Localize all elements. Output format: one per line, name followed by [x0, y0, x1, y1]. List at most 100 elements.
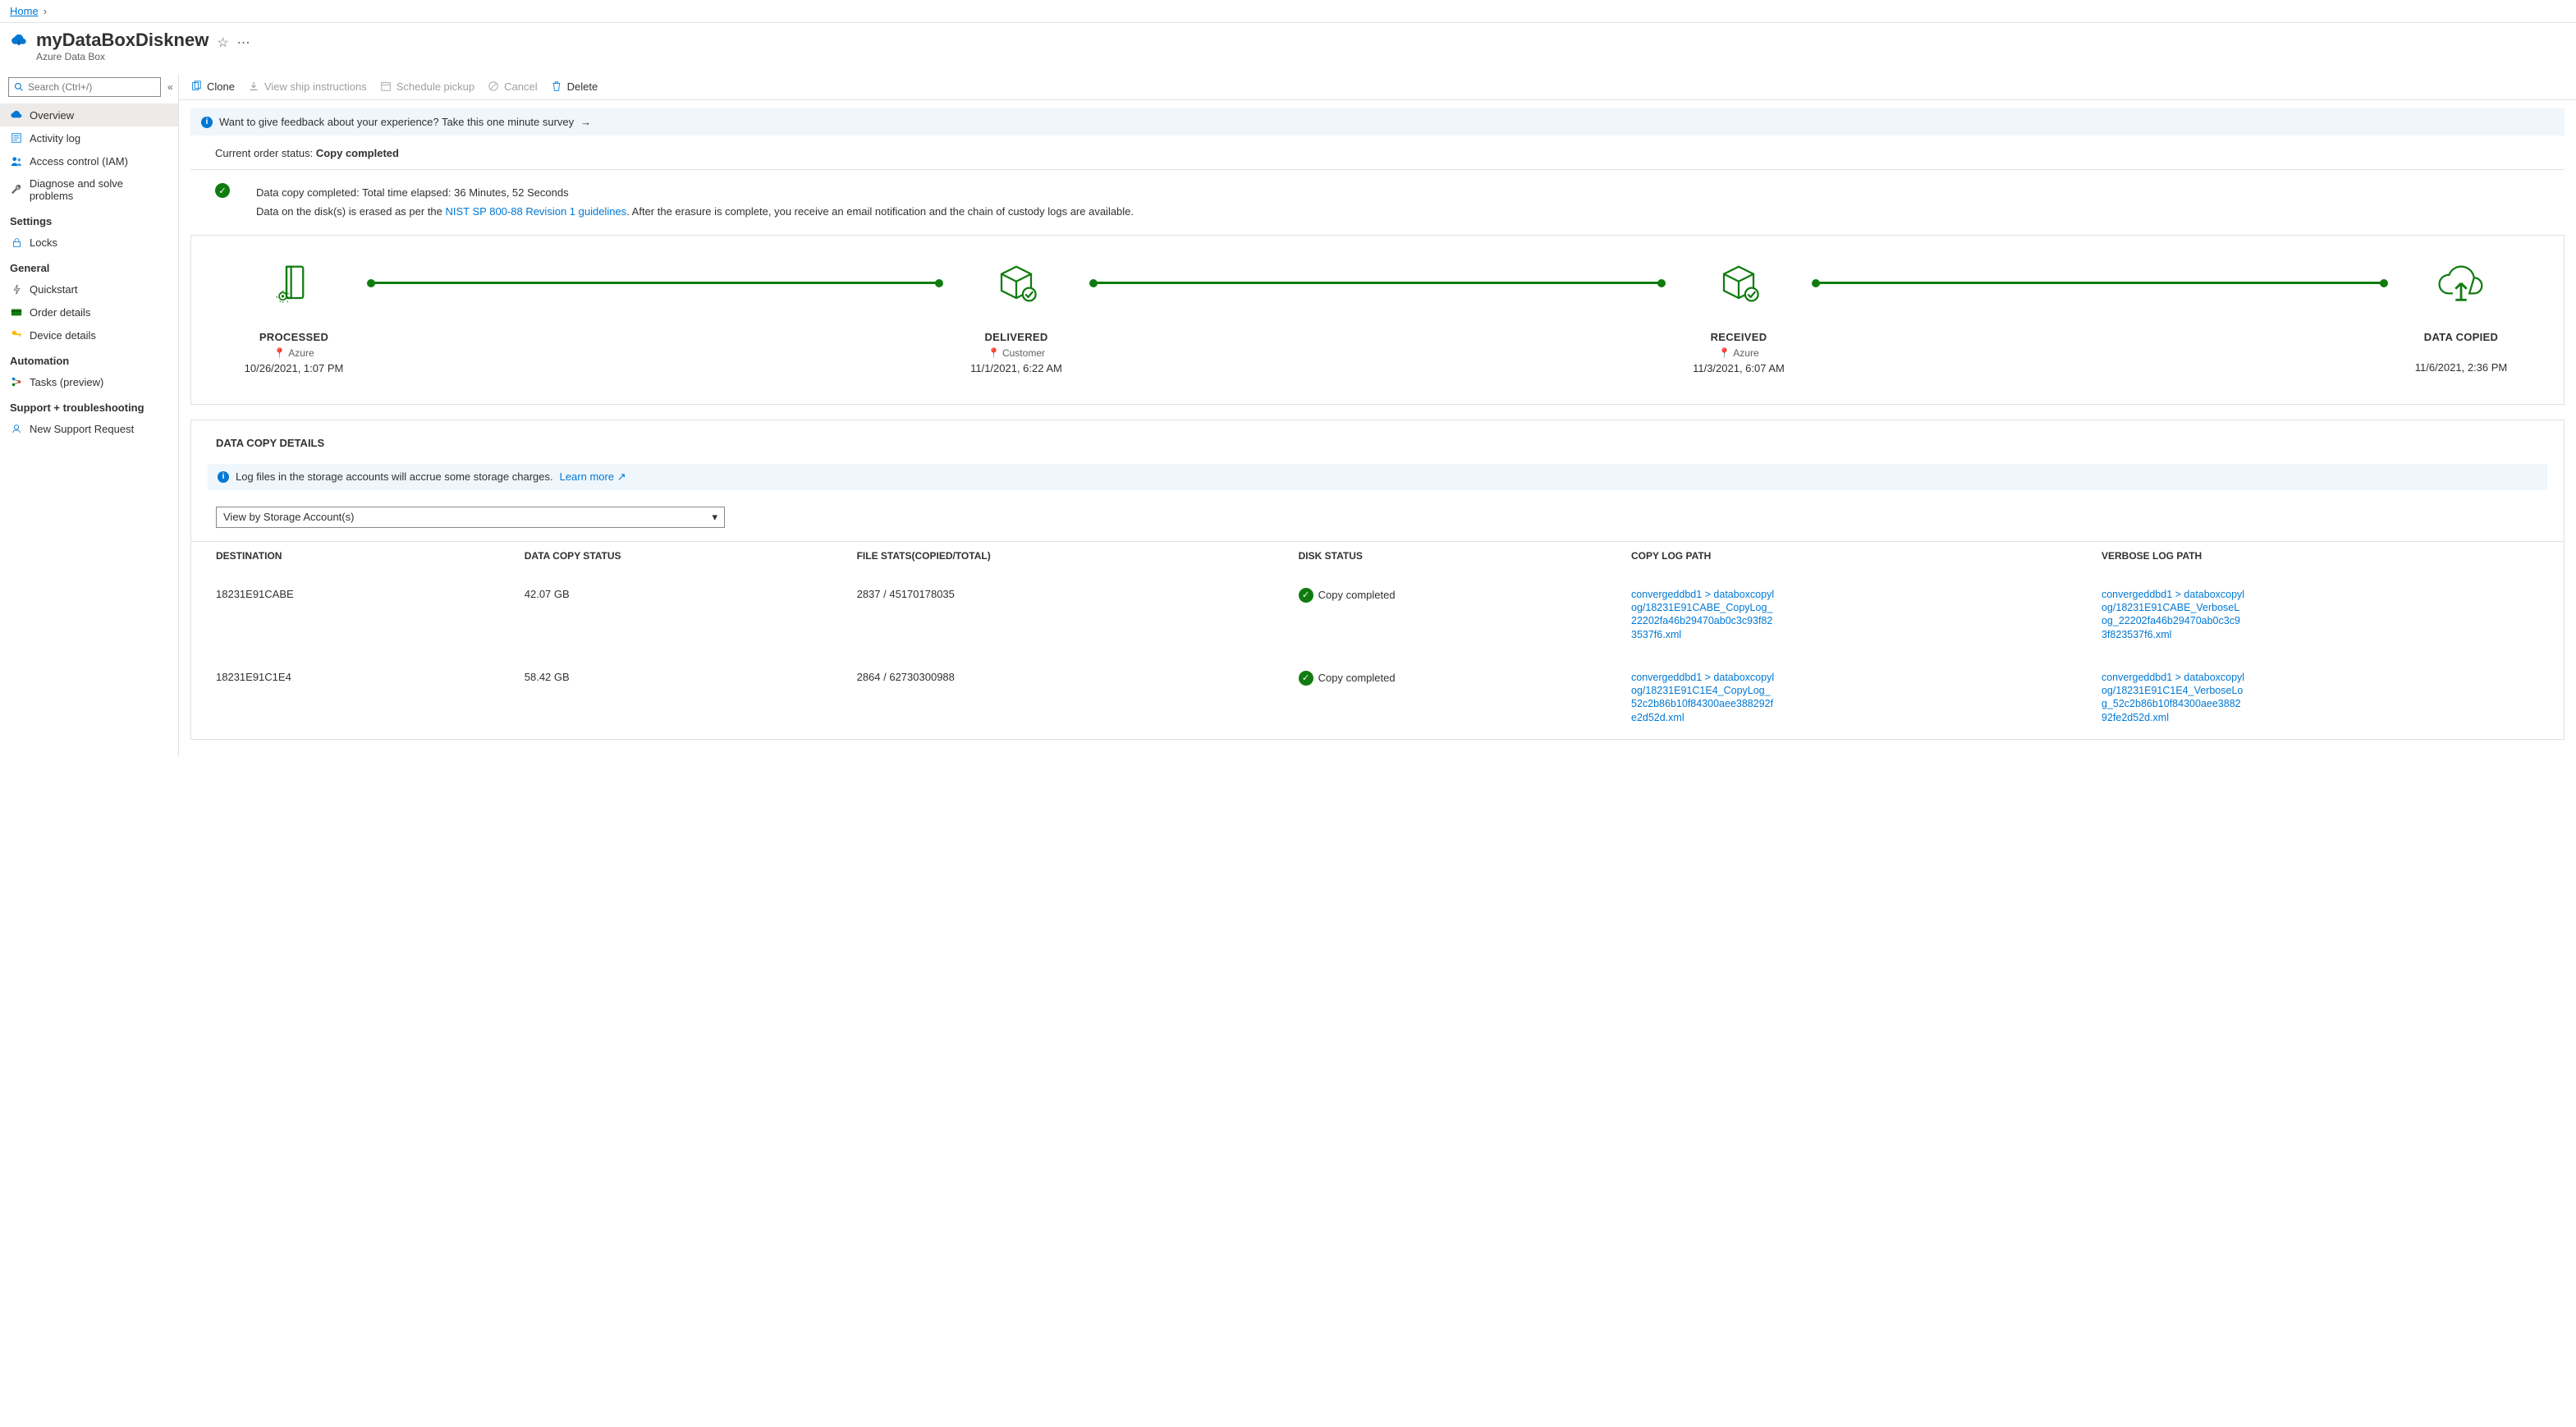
- lock-icon: [10, 236, 23, 249]
- stage-location: 📍Azure: [273, 347, 314, 359]
- breadcrumb: Home ›: [0, 0, 2576, 23]
- box-check-icon: [1669, 259, 1808, 308]
- col-disk: DISK STATUS: [1290, 541, 1623, 573]
- cell-disk: ✓Copy completed: [1299, 588, 1396, 603]
- cell-stats: 2864 / 62730300988: [849, 656, 1290, 739]
- chevron-down-icon: ▾: [712, 511, 717, 524]
- sidebar: « Overview Activity log Access control (…: [0, 74, 179, 756]
- stage-location: 📍Customer: [988, 347, 1045, 359]
- check-circle-icon: ✓: [1299, 588, 1313, 603]
- external-link-icon: ↗: [617, 470, 626, 483]
- delete-button[interactable]: Delete: [551, 80, 598, 93]
- view-by-dropdown[interactable]: View by Storage Account(s) ▾: [216, 507, 725, 528]
- sidebar-group-automation: Automation: [0, 346, 178, 370]
- order-status: Current order status: Copy completed: [190, 135, 2565, 170]
- stage-date: 11/1/2021, 6:22 AM: [947, 362, 1086, 374]
- sidebar-item-label: Device details: [30, 329, 96, 342]
- lightning-icon: [10, 282, 23, 296]
- favorite-icon[interactable]: ☆: [217, 31, 228, 51]
- connector: [1086, 259, 1669, 308]
- verbose-log-link[interactable]: convergeddbd1 > databoxcopylog/18231E91C…: [2102, 588, 2245, 641]
- more-icon[interactable]: ⋯: [237, 31, 250, 51]
- copy-log-link[interactable]: convergeddbd1 > databoxcopylog/18231E91C…: [1631, 671, 1775, 724]
- copy-details-table: DESTINATION DATA COPY STATUS FILE STATS(…: [191, 541, 2564, 739]
- sidebar-item-order[interactable]: Order details: [0, 301, 178, 323]
- search-input[interactable]: [8, 77, 161, 97]
- sidebar-item-support[interactable]: New Support Request: [0, 417, 178, 440]
- copy-icon: [190, 80, 203, 93]
- breadcrumb-home[interactable]: Home: [10, 5, 39, 17]
- sidebar-item-label: Diagnose and solve problems: [30, 177, 168, 202]
- stage-date: 11/3/2021, 6:07 AM: [1669, 362, 1808, 374]
- wrench-icon: [10, 183, 23, 196]
- stage-date: 11/6/2021, 2:36 PM: [2391, 361, 2531, 374]
- col-verbose: VERBOSE LOG PATH: [2093, 541, 2564, 573]
- sidebar-item-quickstart[interactable]: Quickstart: [0, 278, 178, 301]
- nist-link[interactable]: NIST SP 800-88 Revision 1 guidelines: [446, 205, 627, 218]
- sidebar-item-label: Activity log: [30, 132, 80, 145]
- cancel-button: Cancel: [488, 80, 537, 93]
- stage-delivered: DELIVERED 📍Customer 11/1/2021, 6:22 AM: [947, 259, 1086, 374]
- search-icon: [14, 82, 24, 92]
- sidebar-item-iam[interactable]: Access control (IAM): [0, 149, 178, 172]
- cell-destination: 18231E91CABE: [191, 573, 516, 656]
- summary-line2: Data on the disk(s) is erased as per the…: [256, 202, 1134, 221]
- stage-copied: DATA COPIED 11/6/2021, 2:36 PM: [2391, 259, 2531, 374]
- check-circle-icon: ✓: [1299, 671, 1313, 686]
- sidebar-item-label: Access control (IAM): [30, 155, 128, 167]
- sidebar-group-support: Support + troubleshooting: [0, 393, 178, 417]
- stage-received: RECEIVED 📍Azure 11/3/2021, 6:07 AM: [1669, 259, 1808, 374]
- resource-subtitle: Azure Data Box: [36, 51, 209, 62]
- pin-icon: 📍: [273, 347, 286, 359]
- learn-more-link[interactable]: Learn more ↗: [560, 470, 626, 484]
- support-icon: [10, 422, 23, 435]
- col-status: DATA COPY STATUS: [516, 541, 849, 573]
- sidebar-item-label: Locks: [30, 236, 57, 249]
- stage-date: 10/26/2021, 1:07 PM: [224, 362, 364, 374]
- sidebar-item-device[interactable]: Device details: [0, 323, 178, 346]
- sidebar-item-label: New Support Request: [30, 423, 134, 435]
- download-icon: [248, 80, 260, 93]
- cell-status: 42.07 GB: [516, 573, 849, 656]
- info-icon: i: [218, 471, 229, 483]
- collapse-sidebar-icon[interactable]: «: [167, 81, 173, 93]
- log-charges-info: i Log files in the storage accounts will…: [208, 464, 2547, 490]
- check-circle-icon: ✓: [215, 183, 230, 198]
- clone-button[interactable]: Clone: [190, 80, 235, 93]
- col-stats: FILE STATS(COPIED/TOTAL): [849, 541, 1290, 573]
- sidebar-item-label: Overview: [30, 109, 74, 122]
- stage-title: DATA COPIED: [2391, 331, 2531, 343]
- tasks-icon: [10, 375, 23, 388]
- resource-header: myDataBoxDisknew Azure Data Box ☆ ⋯: [0, 23, 2576, 74]
- sidebar-item-overview[interactable]: Overview: [0, 103, 178, 126]
- summary-block: ✓ Data copy completed: Total time elapse…: [190, 170, 2565, 235]
- cloud-icon: [10, 108, 23, 122]
- info-icon: i: [201, 117, 213, 128]
- col-destination: DESTINATION: [191, 541, 516, 573]
- verbose-log-link[interactable]: convergeddbd1 > databoxcopylog/18231E91C…: [2102, 671, 2245, 724]
- summary-line1: Data copy completed: Total time elapsed:…: [256, 183, 1134, 202]
- databox-icon: [10, 31, 28, 49]
- cancel-icon: [488, 80, 500, 93]
- feedback-bar[interactable]: i Want to give feedback about your exper…: [190, 108, 2565, 135]
- people-icon: [10, 154, 23, 167]
- sidebar-item-diagnose[interactable]: Diagnose and solve problems: [0, 172, 178, 207]
- cloud-upload-icon: [2391, 259, 2531, 308]
- sidebar-item-activity[interactable]: Activity log: [0, 126, 178, 149]
- sidebar-group-general: General: [0, 254, 178, 278]
- box-check-icon: [947, 259, 1086, 308]
- sidebar-group-settings: Settings: [0, 207, 178, 231]
- stage-location: 📍Azure: [1718, 347, 1758, 359]
- card-title: DATA COPY DETAILS: [191, 420, 2564, 459]
- calendar-icon: [380, 80, 392, 93]
- schedule-button: Schedule pickup: [380, 80, 474, 93]
- command-bar: Clone View ship instructions Schedule pi…: [179, 74, 2576, 100]
- data-copy-details: DATA COPY DETAILS i Log files in the sto…: [190, 420, 2565, 740]
- connector: [1808, 259, 2391, 308]
- key-icon: [10, 328, 23, 342]
- copy-log-link[interactable]: convergeddbd1 > databoxcopylog/18231E91C…: [1631, 588, 1775, 641]
- connector: [364, 259, 947, 308]
- sidebar-item-label: Order details: [30, 306, 90, 319]
- sidebar-item-locks[interactable]: Locks: [0, 231, 178, 254]
- sidebar-item-tasks[interactable]: Tasks (preview): [0, 370, 178, 393]
